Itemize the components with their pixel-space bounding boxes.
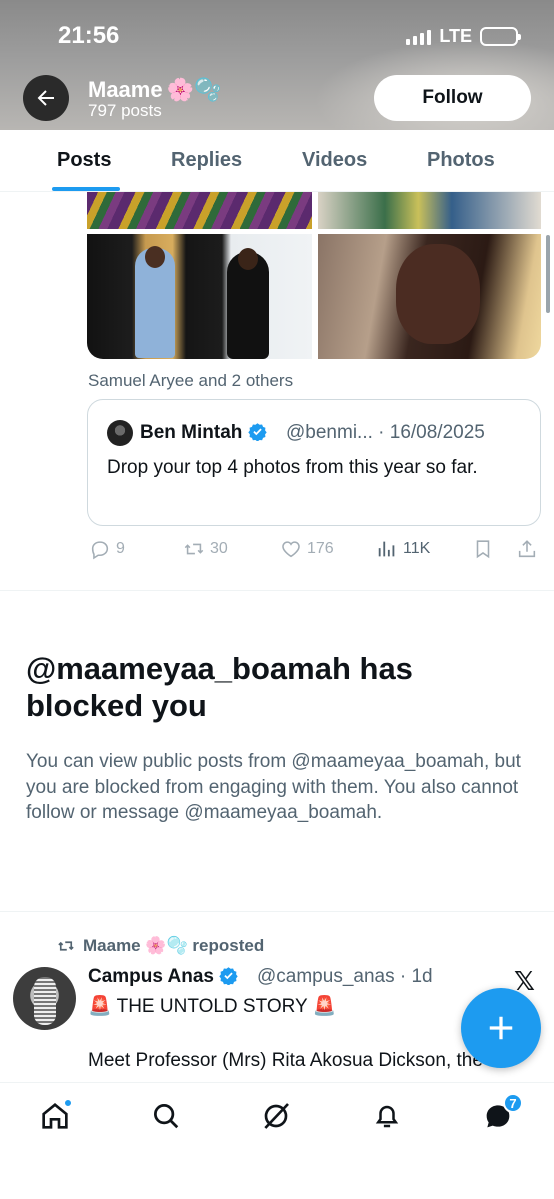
avatar[interactable]	[13, 967, 76, 1030]
quote-text: Drop your top 4 photos from this year so…	[107, 457, 478, 478]
nav-messages[interactable]: 7	[481, 1093, 523, 1133]
status-time: 21:56	[58, 22, 120, 49]
status-indicators: LTE	[406, 26, 521, 47]
battery-icon	[480, 27, 521, 46]
nav-notifications[interactable]	[370, 1099, 404, 1133]
post-photo-1[interactable]	[87, 192, 312, 229]
network-label: LTE	[439, 26, 472, 46]
heart-icon	[282, 541, 300, 558]
views-button[interactable]: 11K	[376, 538, 430, 560]
like-button[interactable]: 176	[280, 538, 334, 560]
plus-icon	[489, 1016, 513, 1040]
bell-icon	[375, 1105, 399, 1128]
quote-handle-date: @benmi... · 16/08/2025	[286, 422, 485, 443]
nav-grok[interactable]	[259, 1099, 293, 1133]
verified-badge-icon	[247, 423, 267, 441]
bar-chart-icon	[378, 541, 395, 557]
share-icon	[518, 540, 536, 558]
messages-badge: 7	[503, 1093, 523, 1113]
back-button[interactable]	[23, 75, 69, 121]
search-icon	[154, 1104, 179, 1129]
tagged-people[interactable]: Samuel Aryee and 2 others	[88, 371, 293, 391]
profile-name: Maame 🌸🫧	[88, 77, 222, 102]
avatar	[107, 420, 133, 446]
repost-handle-time: @campus_anas · 1d	[257, 966, 433, 987]
tab-posts[interactable]: Posts	[57, 149, 111, 172]
quote-author: Ben Mintah	[140, 422, 267, 444]
notification-dot	[64, 1099, 72, 1107]
reply-button[interactable]: 9	[89, 538, 125, 560]
nav-search[interactable]	[149, 1099, 183, 1133]
profile-name-emoji: 🌸🫧	[166, 77, 222, 102]
post-photo-4[interactable]	[318, 234, 541, 359]
reposted-by[interactable]: Maame 🌸🫧 reposted	[57, 936, 264, 956]
bottom-navigation: 7	[0, 1082, 554, 1199]
profile-tabs: Posts Replies Videos Photos	[0, 130, 554, 192]
post-photo-2[interactable]	[318, 192, 541, 229]
divider	[0, 590, 554, 591]
verified-badge-icon	[219, 967, 238, 985]
repost-icon	[58, 941, 74, 951]
follow-button[interactable]: Follow	[374, 75, 531, 121]
grok-icon	[264, 1103, 289, 1129]
nav-home[interactable]	[38, 1099, 72, 1133]
blocked-title: @maameyaa_boamah has blocked you	[26, 651, 413, 723]
compose-button[interactable]	[461, 988, 541, 1068]
post-count: 797 posts	[88, 101, 162, 120]
arrow-left-icon	[37, 90, 54, 106]
signal-icon	[406, 29, 432, 45]
scrollbar[interactable]	[546, 235, 550, 313]
repost-icon	[184, 543, 204, 555]
post-photo-3[interactable]	[87, 234, 312, 359]
repost-author[interactable]: Campus Anas	[88, 966, 238, 988]
quoted-post[interactable]: Ben Mintah @benmi... · 16/08/2025 Drop y…	[87, 399, 541, 526]
bookmark-button[interactable]	[472, 538, 494, 560]
repost-button[interactable]: 30	[183, 538, 228, 560]
tab-videos[interactable]: Videos	[302, 149, 367, 172]
profile-header: 21:56 LTE Maame 🌸🫧 797 posts Follow	[0, 0, 554, 130]
active-tab-indicator	[52, 187, 120, 191]
divider	[0, 911, 554, 912]
comment-icon	[91, 541, 109, 560]
bookmark-icon	[476, 540, 490, 559]
tab-replies[interactable]: Replies	[171, 149, 242, 172]
blocked-description: You can view public posts from @maameyaa…	[26, 751, 521, 823]
tab-photos[interactable]: Photos	[427, 149, 495, 172]
post-actions: 9 30 176 11K	[0, 538, 554, 564]
repost-text-line1: 🚨 THE UNTOLD STORY 🚨	[88, 996, 337, 1017]
share-button[interactable]	[516, 538, 538, 560]
